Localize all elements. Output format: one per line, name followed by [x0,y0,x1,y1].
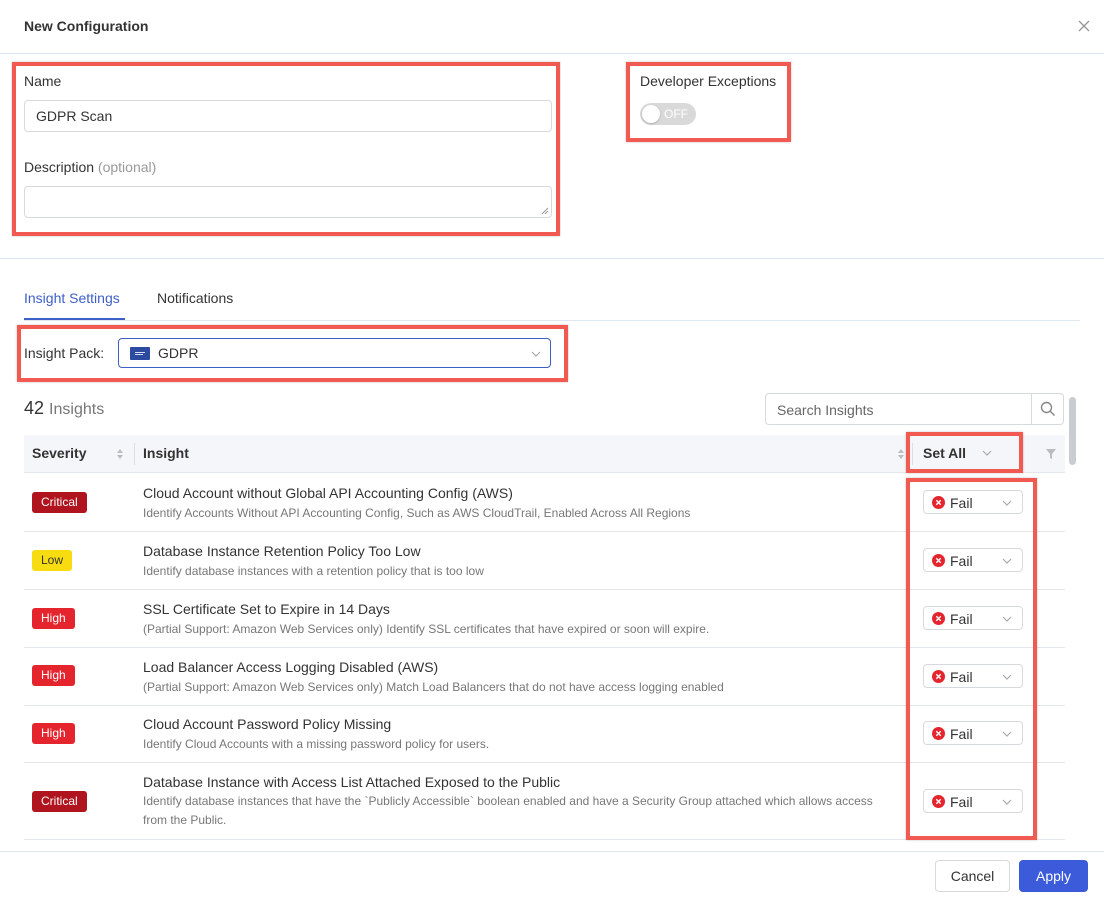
fail-status-icon [932,795,945,808]
insight-title: Cloud Account Password Policy Missing [143,716,392,732]
tabs-divider [24,320,1080,321]
action-dropdown[interactable]: Fail [923,789,1023,813]
chevron-down-icon [1002,558,1012,564]
action-value: Fail [950,794,973,810]
close-icon[interactable] [1076,18,1092,34]
active-tab-indicator [24,318,125,320]
insight-description: (Partial Support: Amazon Web Services on… [143,622,710,636]
developer-exceptions-label: Developer Exceptions [640,73,777,89]
chevron-down-icon [1002,731,1012,737]
insight-title: SSL Certificate Set to Expire in 14 Days [143,601,390,617]
cancel-button[interactable]: Cancel [935,860,1010,892]
fail-status-icon [932,612,945,625]
new-configuration-dialog: New Configuration Name GDPR Scan Descrip… [0,0,1104,900]
description-label-text: Description [24,159,95,175]
insight-title: Cloud Account without Global API Account… [143,485,513,501]
fail-status-icon [932,554,945,567]
toggle-knob [642,105,660,123]
search-button[interactable] [1031,394,1063,424]
action-value: Fail [950,495,973,511]
action-dropdown[interactable]: Fail [923,606,1023,630]
optional-hint: (optional) [97,159,157,175]
action-dropdown[interactable]: Fail [923,721,1023,745]
scrollbar-thumb[interactable] [1069,397,1076,465]
fail-status-icon [932,496,945,509]
dialog-title: New Configuration [24,18,149,34]
filter-icon[interactable] [1045,448,1057,460]
chevron-down-icon[interactable] [982,450,992,456]
resize-handle-icon[interactable] [541,207,549,215]
column-divider [912,443,913,465]
description-label: Description (optional) [24,159,156,175]
table-row: High Cloud Account Password Policy Missi… [24,706,1065,763]
description-textarea[interactable] [24,186,552,218]
insight-pack-value: GDPR [158,345,199,361]
name-input-value: GDPR Scan [36,108,113,124]
sort-icon[interactable] [116,448,124,460]
action-value: Fail [950,726,973,742]
severity-badge: Low [32,550,73,571]
chevron-down-icon [1002,616,1012,622]
table-scrollbar[interactable] [1067,393,1078,853]
insight-title: Database Instance with Access List Attac… [143,774,561,790]
chevron-down-icon [531,351,541,357]
insight-description: (Partial Support: Amazon Web Services on… [143,680,724,694]
chevron-down-icon [1002,799,1012,805]
insight-description: Identify database instances with a reten… [143,564,484,578]
action-dropdown[interactable]: Fail [923,490,1023,514]
fail-status-icon [932,727,945,740]
search-placeholder: Search Insights [777,402,874,418]
insights-count: 42 Insights [24,398,104,419]
action-value: Fail [950,553,973,569]
set-all-dropdown[interactable]: Set All [923,445,966,461]
eu-flag-icon [130,347,150,360]
column-insight[interactable]: Insight [143,445,189,461]
toggle-state: OFF [664,107,688,121]
table-row: Low Database Instance Retention Policy T… [24,532,1065,590]
severity-badge: High [32,723,75,744]
search-insights-input[interactable]: Search Insights [765,393,1064,425]
table-row: Critical Cloud Account without Global AP… [24,474,1065,532]
chevron-down-icon [1002,500,1012,506]
severity-badge: Critical [32,492,87,513]
table-row: High Load Balancer Access Logging Disabl… [24,648,1065,706]
developer-exceptions-toggle[interactable]: OFF [640,103,696,125]
insight-description: Identify Accounts Without API Accounting… [143,506,691,520]
insights-count-label: Insights [49,401,105,418]
insight-description: Identify database instances that have th… [143,794,873,827]
insight-description: Identify Cloud Accounts with a missing p… [143,737,490,751]
tab-insight-settings[interactable]: Insight Settings [24,290,120,306]
fail-status-icon [932,670,945,683]
severity-badge: Critical [32,791,87,812]
header-divider [0,53,1104,54]
action-value: Fail [950,669,973,685]
footer-divider [0,851,1104,852]
insight-pack-colon: : [100,345,105,361]
table-header: Severity Insight Set All [24,435,1065,473]
insight-pack-label: Insight Pack: [24,345,104,361]
insight-title: Load Balancer Access Logging Disabled (A… [143,659,439,675]
action-value: Fail [950,611,973,627]
apply-button[interactable]: Apply [1019,860,1088,892]
severity-badge: High [32,608,75,629]
insight-pack-label-text: Insight Pack [24,345,101,361]
severity-badge: High [32,665,75,686]
chevron-down-icon [1002,674,1012,680]
form-divider [0,258,1104,259]
tab-notifications[interactable]: Notifications [157,290,233,306]
action-dropdown[interactable]: Fail [923,664,1023,688]
insight-title: Database Instance Retention Policy Too L… [143,543,421,559]
name-input[interactable]: GDPR Scan [24,100,552,132]
insights-count-number: 42 [24,398,45,418]
insight-pack-select[interactable]: GDPR [118,338,551,368]
table-row: High SSL Certificate Set to Expire in 14… [24,590,1065,648]
sort-icon[interactable] [897,448,905,460]
name-label: Name [24,73,62,89]
column-severity[interactable]: Severity [32,445,86,461]
column-divider [134,443,135,465]
action-dropdown[interactable]: Fail [923,548,1023,572]
table-row: Critical Database Instance with Access L… [24,763,1065,840]
search-icon [1040,401,1055,416]
